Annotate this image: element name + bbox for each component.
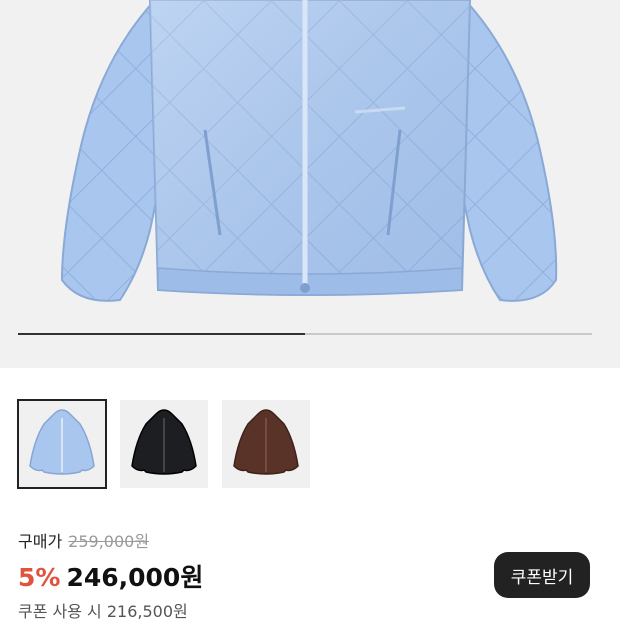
- product-image-area[interactable]: [0, 0, 620, 368]
- color-thumbnails: [17, 399, 310, 489]
- thumbnail-black[interactable]: [120, 400, 208, 488]
- jacket-brown-thumbnail: [233, 409, 299, 475]
- sale-price: 246,000원: [66, 563, 204, 592]
- coupon-price-note: 쿠폰 사용 시 216,500원: [18, 602, 188, 620]
- image-slider-progress[interactable]: [18, 333, 592, 335]
- get-coupon-button[interactable]: 쿠폰받기: [494, 552, 590, 598]
- purchase-price-label: 구매가: [18, 532, 63, 551]
- image-slider-progress-fill: [18, 333, 305, 335]
- thumbnail-brown[interactable]: [222, 400, 310, 488]
- jacket-blue-image: [60, 0, 558, 302]
- discount-rate: 5%: [18, 563, 61, 592]
- original-price: 259,000원: [68, 532, 150, 551]
- jacket-black-thumbnail: [131, 409, 197, 475]
- purchase-price-row: 구매가 259,000원: [18, 528, 149, 552]
- thumbnail-light-blue[interactable]: [17, 399, 107, 489]
- sale-price-row: 5% 246,000원: [18, 558, 203, 594]
- jacket-light-blue-thumbnail: [29, 409, 95, 475]
